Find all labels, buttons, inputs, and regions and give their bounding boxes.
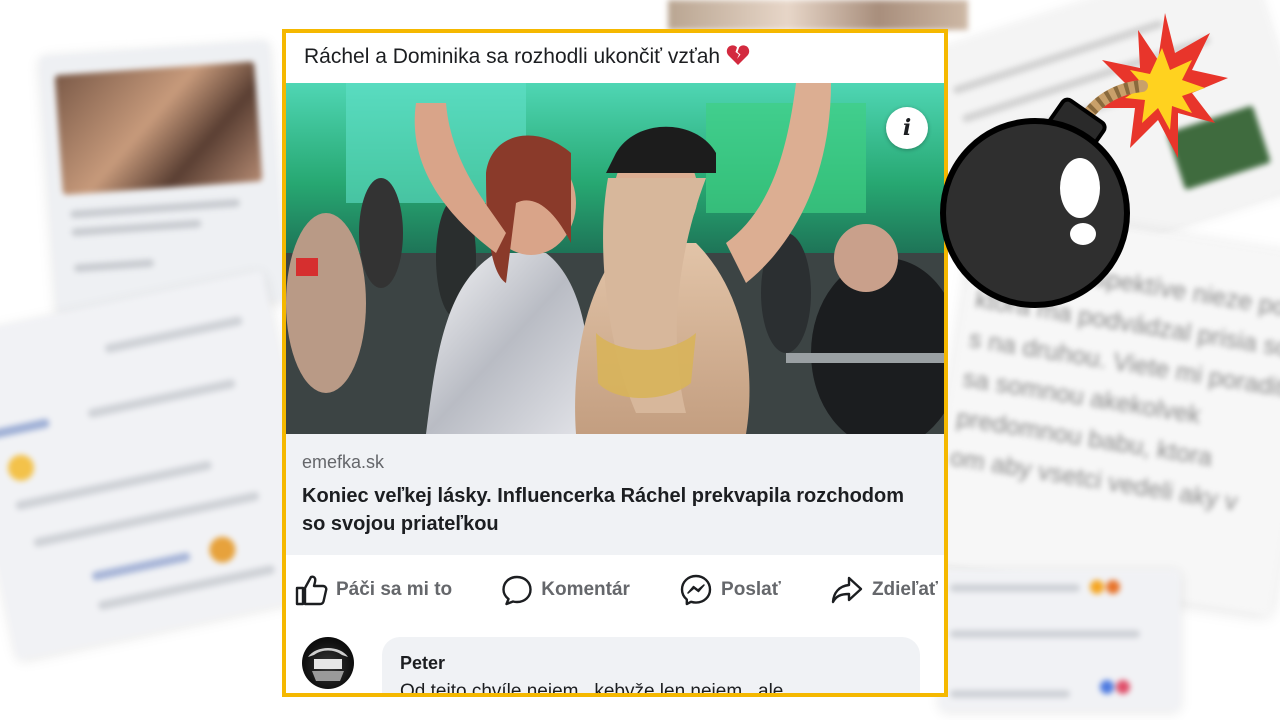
background-emoji — [1106, 580, 1120, 594]
share-button[interactable]: Zdieľať — [830, 574, 938, 606]
send-label: Poslať — [721, 579, 781, 600]
background-text-line — [950, 630, 1140, 638]
background-text-line — [70, 198, 241, 219]
avatar-image — [308, 648, 348, 681]
background-text-line — [104, 315, 244, 354]
background-photo-strip — [668, 0, 968, 30]
background-emoji — [1116, 680, 1130, 694]
link-domain: emefka.sk — [302, 452, 385, 472]
background-text-line — [14, 460, 213, 511]
link-headline[interactable]: Koniec veľkej lásky. Influencerka Ráchel… — [302, 482, 932, 538]
broken-heart-icon — [726, 44, 750, 74]
comment-bubble[interactable]: Peter Od tejto chvíle nejem , kebyže len… — [382, 637, 920, 697]
thumbs-up-icon — [295, 575, 328, 606]
post-caption: Ráchel a Dominika sa rozhodli ukončiť vz… — [304, 43, 934, 74]
background-emoji — [5, 452, 37, 484]
background-comments-right — [940, 570, 1180, 710]
background-emoji — [206, 534, 238, 566]
background-photo — [54, 61, 263, 196]
background-text-line — [71, 219, 202, 237]
background-text-line — [91, 551, 191, 582]
like-label: Páči sa mi to — [336, 579, 453, 600]
background-text-line — [0, 418, 51, 440]
concert-photo-illustration — [286, 83, 944, 434]
avatar[interactable] — [302, 637, 354, 689]
messenger-icon — [680, 574, 712, 606]
background-emoji — [1100, 680, 1114, 694]
like-button[interactable]: Páči sa mi to — [294, 574, 452, 606]
link-preview[interactable]: emefka.sk Koniec veľkej lásky. Influence… — [286, 434, 944, 555]
background-text-line — [950, 584, 1080, 592]
comment-item: Peter Od tejto chvíle nejem , kebyže len… — [302, 633, 932, 697]
post-photo[interactable]: i — [286, 83, 944, 434]
share-label: Zdieľať — [871, 579, 938, 600]
bomb-icon — [940, 13, 1228, 308]
facebook-post-card: Ráchel a Dominika sa rozhodli ukončiť vz… — [282, 29, 948, 697]
comment-author[interactable]: Peter — [400, 653, 445, 674]
background-emoji — [1090, 580, 1104, 594]
background-text-line — [950, 690, 1070, 698]
share-arrow-icon — [831, 576, 863, 604]
comment-bubble-icon — [502, 575, 532, 606]
info-button[interactable]: i — [886, 107, 928, 149]
background-text-line — [87, 378, 236, 419]
send-button[interactable]: Poslať — [679, 573, 781, 607]
comment-label: Komentár — [541, 579, 630, 600]
post-action-bar: Páči sa mi to Komentár Poslať Zdieľať — [286, 561, 944, 619]
post-caption-text: Ráchel a Dominika sa rozhodli ukončiť vz… — [304, 45, 721, 68]
background-text-line — [73, 258, 155, 273]
comment-text: Od tejto chvíle nejem , kebyže len nejem… — [400, 681, 784, 697]
comment-button[interactable]: Komentár — [501, 574, 630, 606]
